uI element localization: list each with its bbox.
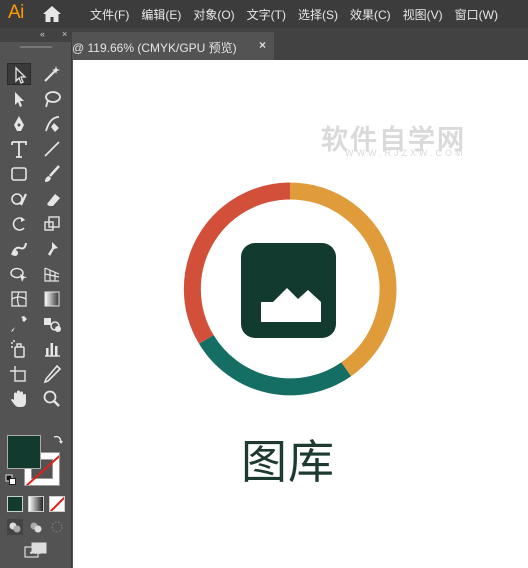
menu-select[interactable]: 选择(S) [298, 6, 338, 23]
curvature-tool-icon[interactable] [40, 113, 64, 135]
rectangle-tool-icon[interactable] [7, 163, 31, 185]
menu-type[interactable]: 文字(T) [247, 6, 286, 23]
puppet-warp-icon[interactable] [40, 238, 64, 260]
magic-wand-icon[interactable] [40, 63, 64, 85]
gallery-logo-graphic[interactable] [183, 182, 397, 396]
menu-object[interactable]: 对象(O) [193, 6, 234, 23]
rotate-tool-icon[interactable] [7, 213, 31, 235]
tools-panel-header: « × [0, 28, 72, 42]
swap-fill-stroke-icon[interactable] [51, 433, 65, 447]
tools-panel: « × ••• [0, 28, 72, 568]
pen-tool-icon[interactable] [7, 113, 31, 135]
default-colors-icon[interactable] [5, 473, 17, 485]
eraser-icon[interactable] [40, 188, 64, 210]
lasso-icon[interactable] [40, 88, 64, 110]
line-segment-icon[interactable] [40, 138, 64, 160]
menu-view[interactable]: 视图(V) [403, 6, 443, 23]
eyedropper-icon[interactable] [7, 313, 31, 335]
perspective-grid-icon[interactable] [40, 263, 64, 285]
hand-tool-icon[interactable] [7, 388, 31, 410]
collapse-panel-icon[interactable]: « [40, 29, 45, 39]
column-graph-icon[interactable] [40, 338, 64, 360]
draw-normal-icon[interactable] [7, 519, 23, 535]
close-tab-icon[interactable]: × [259, 38, 266, 52]
artboard-tool-icon[interactable] [7, 363, 31, 385]
app-logo: Ai [8, 2, 24, 23]
menu-window[interactable]: 窗口(W) [455, 6, 498, 23]
blend-tool-icon[interactable] [40, 313, 64, 335]
direct-selection-icon[interactable] [7, 88, 31, 110]
gradient-tool-icon[interactable] [40, 288, 64, 310]
paintbrush-icon[interactable] [40, 163, 64, 185]
scale-tool-icon[interactable] [40, 213, 64, 235]
fill-swatch[interactable] [7, 435, 41, 469]
menu-edit[interactable]: 编辑(E) [141, 6, 181, 23]
shape-builder-icon[interactable] [7, 263, 31, 285]
more-tools-button[interactable]: ••• [0, 548, 72, 558]
symbol-sprayer-icon[interactable] [7, 338, 31, 360]
ring-segment-teal [199, 334, 352, 396]
close-panel-icon[interactable]: × [62, 29, 67, 39]
document-tab-label: @ 119.66% (CMYK/GPU 预览) [72, 41, 237, 55]
menu-list: 文件(F) 编辑(E) 对象(O) 文字(T) 选择(S) 效果(C) 视图(V… [90, 0, 510, 28]
menu-file[interactable]: 文件(F) [90, 6, 129, 23]
watermark-subtext: WWW.RJZXW.COM [345, 148, 466, 158]
warp-tool-icon[interactable] [7, 238, 31, 260]
panel-grip[interactable] [20, 46, 52, 48]
home-icon[interactable] [42, 5, 62, 23]
shaper-tool-icon[interactable] [7, 188, 31, 210]
gradient-mode-button[interactable] [28, 496, 44, 512]
draw-inside-icon[interactable] [49, 519, 65, 535]
type-tool-icon[interactable] [7, 138, 31, 160]
menu-bar: Ai 文件(F) 编辑(E) 对象(O) 文字(T) 选择(S) 效果(C) 视… [0, 0, 528, 28]
menu-effect[interactable]: 效果(C) [350, 6, 391, 23]
artboard-canvas[interactable]: 软件自学网 WWW.RJZXW.COM 图库 [73, 60, 528, 568]
none-mode-button[interactable] [49, 496, 65, 512]
document-tab-bar: @ 119.66% (CMYK/GPU 预览) × [72, 28, 528, 60]
draw-behind-icon[interactable] [28, 519, 44, 535]
selection-tool-icon[interactable] [7, 63, 31, 85]
document-tab[interactable]: @ 119.66% (CMYK/GPU 预览) × [72, 32, 274, 60]
mesh-tool-icon[interactable] [7, 288, 31, 310]
caption-text: 图库 [241, 435, 335, 489]
color-mode-button[interactable] [7, 496, 23, 512]
zoom-tool-icon[interactable] [40, 388, 64, 410]
slice-tool-icon[interactable] [40, 363, 64, 385]
